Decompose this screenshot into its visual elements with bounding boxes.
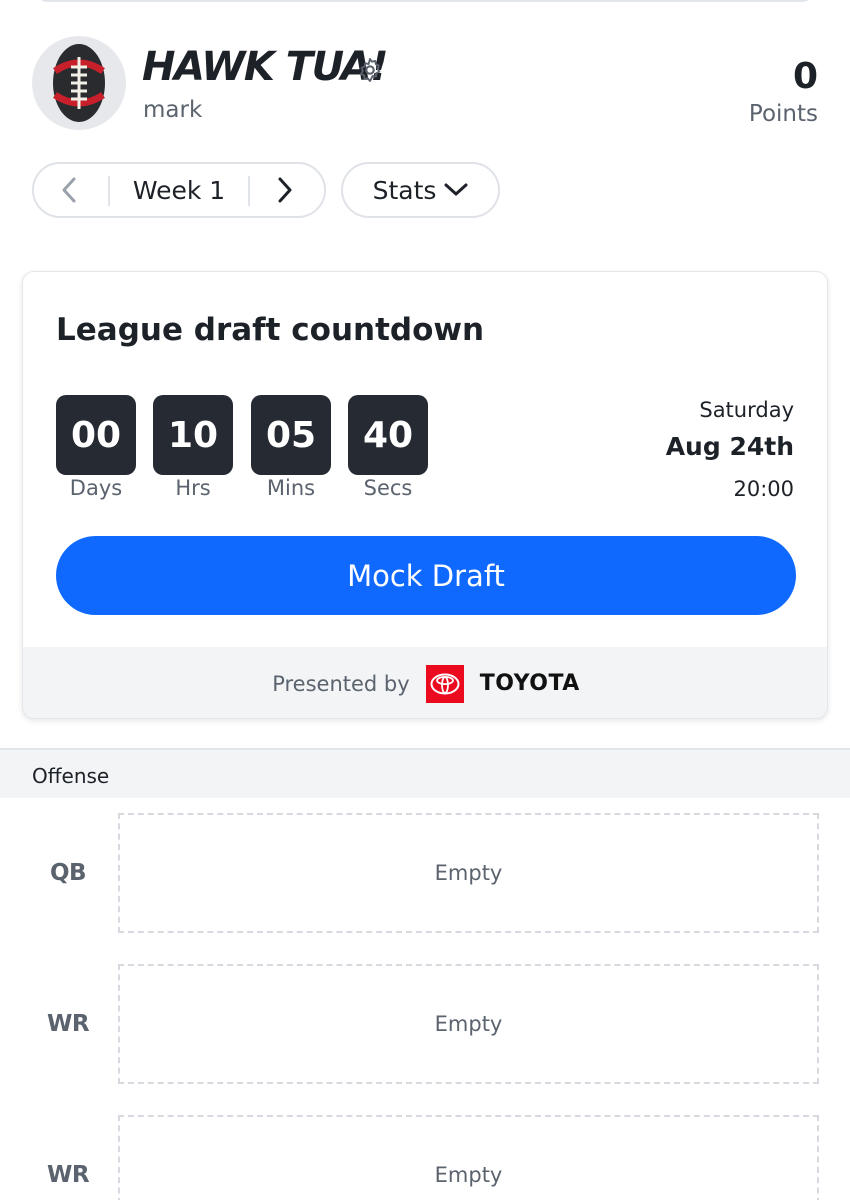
slot-position-qb: QB (49, 860, 87, 886)
week-label[interactable]: Week 1 (112, 176, 246, 205)
slot-position-wr: WR (46, 1011, 90, 1037)
draft-date: Aug 24th (665, 432, 794, 461)
previous-week-button[interactable] (52, 175, 86, 205)
card-title: League draft countdown (56, 312, 485, 348)
sponsor-name[interactable]: TOYOTA (480, 671, 580, 696)
timer-days: 00 (56, 395, 136, 475)
divider (248, 176, 250, 206)
section-label: Offense (32, 764, 110, 788)
timer-minutes: 05 (251, 395, 331, 475)
presented-by-label: Presented by (272, 671, 410, 696)
draft-day: Saturday (699, 398, 794, 422)
football-icon (53, 44, 105, 122)
timer-hours: 10 (153, 395, 233, 475)
chevron-down-icon (444, 183, 468, 196)
team-name: HAWK TUA! (142, 44, 388, 90)
slot-empty-label: Empty (434, 1163, 503, 1187)
chevron-left-icon (62, 177, 76, 203)
timer-minutes-label: Mins (266, 476, 316, 500)
stats-dropdown[interactable]: Stats (341, 162, 500, 218)
chevron-right-icon (278, 177, 292, 203)
timer-days-label: Days (69, 476, 123, 500)
slot-empty-label: Empty (434, 861, 503, 885)
next-week-button[interactable] (268, 175, 302, 205)
divider (108, 176, 110, 206)
manager-name: mark (143, 97, 203, 123)
slot-empty-label: Empty (434, 1012, 503, 1036)
mock-draft-button[interactable]: Mock Draft (56, 536, 796, 615)
roster-slot[interactable]: Empty (118, 964, 819, 1084)
points-label: Points (748, 101, 818, 127)
toyota-logo-icon[interactable] (425, 664, 464, 703)
gear-icon[interactable] (356, 56, 384, 84)
timer-seconds: 40 (348, 395, 428, 475)
roster-slot[interactable]: Empty (118, 813, 819, 933)
team-avatar[interactable] (32, 36, 126, 130)
offense-section-header: Offense (0, 748, 850, 798)
draft-time: 20:00 (733, 477, 794, 501)
stats-label: Stats (372, 175, 437, 205)
week-selector: Week 1 (32, 162, 326, 218)
slot-position-wr: WR (46, 1162, 90, 1188)
top-search-pill[interactable] (34, 0, 816, 2)
points-value: 0 (792, 56, 818, 97)
timer-hours-label: Hrs (175, 476, 211, 500)
draft-countdown-card: League draft countdown 00 Days 10 Hrs 05… (22, 271, 828, 719)
timer-seconds-label: Secs (363, 476, 413, 500)
sponsor-footer: Presented by TOYOTA (23, 647, 827, 718)
roster-slot[interactable]: Empty (118, 1115, 819, 1200)
